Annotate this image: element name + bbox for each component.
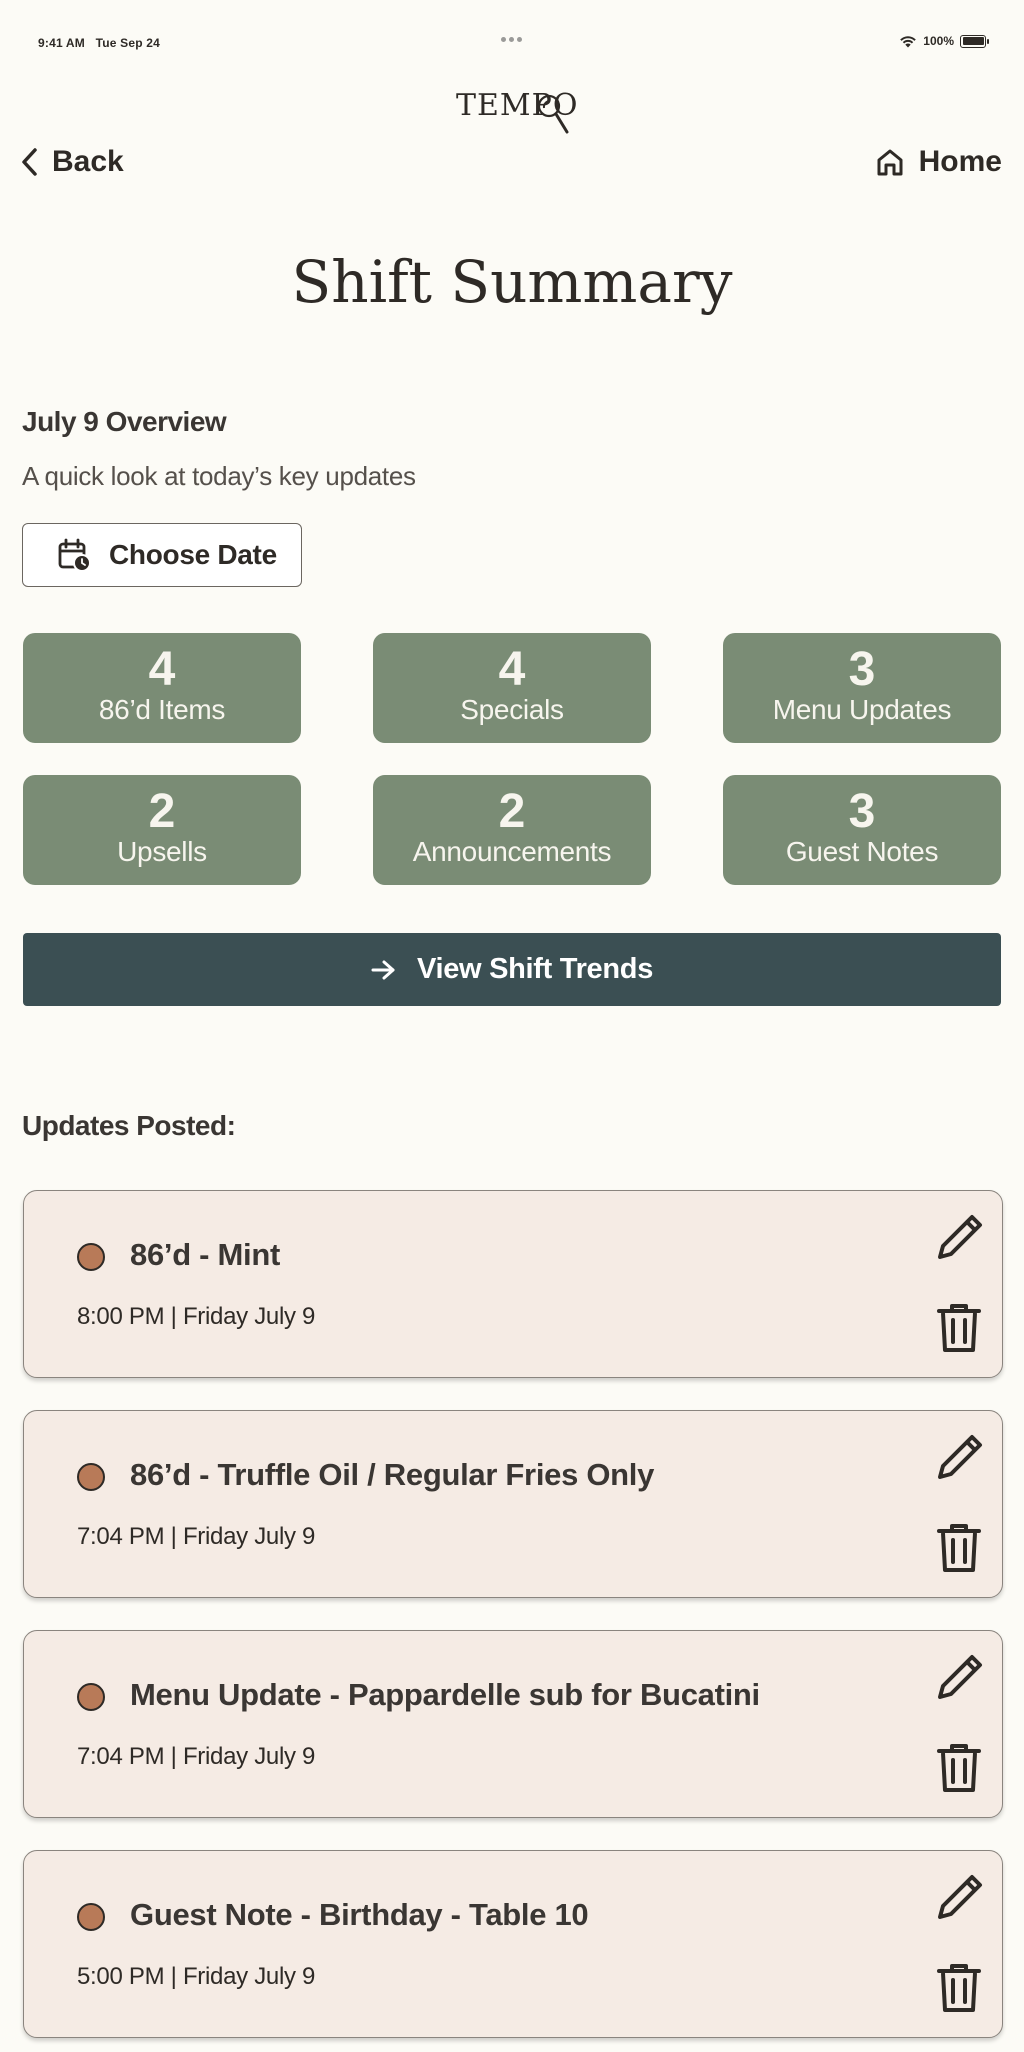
calendar-clock-icon — [58, 538, 91, 572]
edit-pencil-icon[interactable] — [934, 1211, 986, 1263]
edit-pencil-icon[interactable] — [934, 1431, 986, 1483]
update-status-dot — [77, 1683, 105, 1711]
stat-label: Menu Updates — [772, 694, 952, 725]
stat-label: Specials — [460, 694, 564, 725]
stat-value: 3 — [848, 643, 876, 696]
back-label: Back — [52, 145, 124, 178]
overview-subtitle: A quick look at today’s key updates — [22, 461, 416, 491]
choose-date-button[interactable]: Choose Date — [22, 523, 302, 587]
update-status-dot — [77, 1463, 105, 1491]
status-time: 9:41 AM Tue Sep 24 — [38, 36, 161, 50]
update-time: 5:00 PM | Friday July 9 — [77, 1963, 316, 1990]
stat-value: 4 — [498, 643, 526, 696]
update-title: Guest Note - Birthday - Table 10 — [130, 1897, 589, 1932]
stat-label: Guest Notes — [785, 836, 939, 867]
home-label: Home — [918, 145, 1002, 178]
tempo-logo: TEMPO — [456, 88, 577, 138]
update-title: Menu Update - Pappardelle sub for Bucati… — [130, 1677, 760, 1712]
wifi-icon — [900, 35, 917, 47]
update-time: 7:04 PM | Friday July 9 — [77, 1523, 316, 1550]
stat-label: Upsells — [117, 836, 207, 867]
stat-value: 3 — [848, 785, 876, 838]
stat-card-86d-items[interactable]: 4 86’d Items — [23, 633, 301, 743]
stat-label: Announcements — [412, 836, 612, 867]
update-card[interactable]: Guest Note - Birthday - Table 10 5:00 PM… — [23, 1850, 1003, 2038]
update-card[interactable]: 86’d - Truffle Oil / Regular Fries Only … — [23, 1410, 1003, 1598]
page-title: Shift Summary — [291, 248, 733, 316]
stat-value: 2 — [148, 785, 176, 838]
edit-pencil-icon[interactable] — [934, 1651, 986, 1703]
edit-pencil-icon[interactable] — [934, 1871, 986, 1923]
update-card[interactable]: Menu Update - Pappardelle sub for Bucati… — [23, 1630, 1003, 1818]
stat-value: 4 — [148, 643, 176, 696]
status-indicators: 100% — [899, 34, 989, 48]
home-button[interactable]: Home — [875, 145, 1002, 179]
magnifier-icon — [537, 94, 569, 134]
arrow-right-icon — [371, 960, 395, 979]
update-title: 86’d - Mint — [130, 1237, 280, 1272]
choose-date-label: Choose Date — [109, 539, 277, 570]
update-title: 86’d - Truffle Oil / Regular Fries Only — [130, 1457, 655, 1492]
battery-percentage: 100% — [923, 34, 954, 48]
updates-heading: Updates Posted: — [22, 1110, 236, 1141]
battery-icon — [960, 34, 989, 48]
stat-card-upsells[interactable]: 2 Upsells — [23, 775, 301, 885]
trash-icon[interactable] — [936, 1303, 982, 1353]
stat-card-specials[interactable]: 4 Specials — [373, 633, 651, 743]
trash-icon[interactable] — [936, 1743, 982, 1793]
update-time: 7:04 PM | Friday July 9 — [77, 1743, 316, 1770]
chevron-left-icon — [22, 148, 37, 176]
stat-card-menu-updates[interactable]: 3 Menu Updates — [723, 633, 1001, 743]
update-status-dot — [77, 1903, 105, 1931]
back-button[interactable]: Back — [20, 145, 124, 179]
update-card[interactable]: 86’d - Mint 8:00 PM | Friday July 9 — [23, 1190, 1003, 1378]
trash-icon[interactable] — [936, 1963, 982, 2013]
view-shift-trends-label: View Shift Trends — [416, 953, 654, 985]
stat-card-announcements[interactable]: 2 Announcements — [373, 775, 651, 885]
stat-card-guest-notes[interactable]: 3 Guest Notes — [723, 775, 1001, 885]
update-time: 8:00 PM | Friday July 9 — [77, 1303, 316, 1330]
view-shift-trends-button[interactable]: View Shift Trends — [23, 933, 1001, 1006]
home-icon — [877, 149, 903, 176]
overview-title: July 9 Overview — [22, 406, 227, 437]
trash-icon[interactable] — [936, 1523, 982, 1573]
stat-value: 2 — [498, 785, 526, 838]
update-status-dot — [77, 1243, 105, 1271]
multitasking-dots-icon[interactable] — [501, 34, 523, 44]
stat-label: 86’d Items — [98, 694, 226, 725]
